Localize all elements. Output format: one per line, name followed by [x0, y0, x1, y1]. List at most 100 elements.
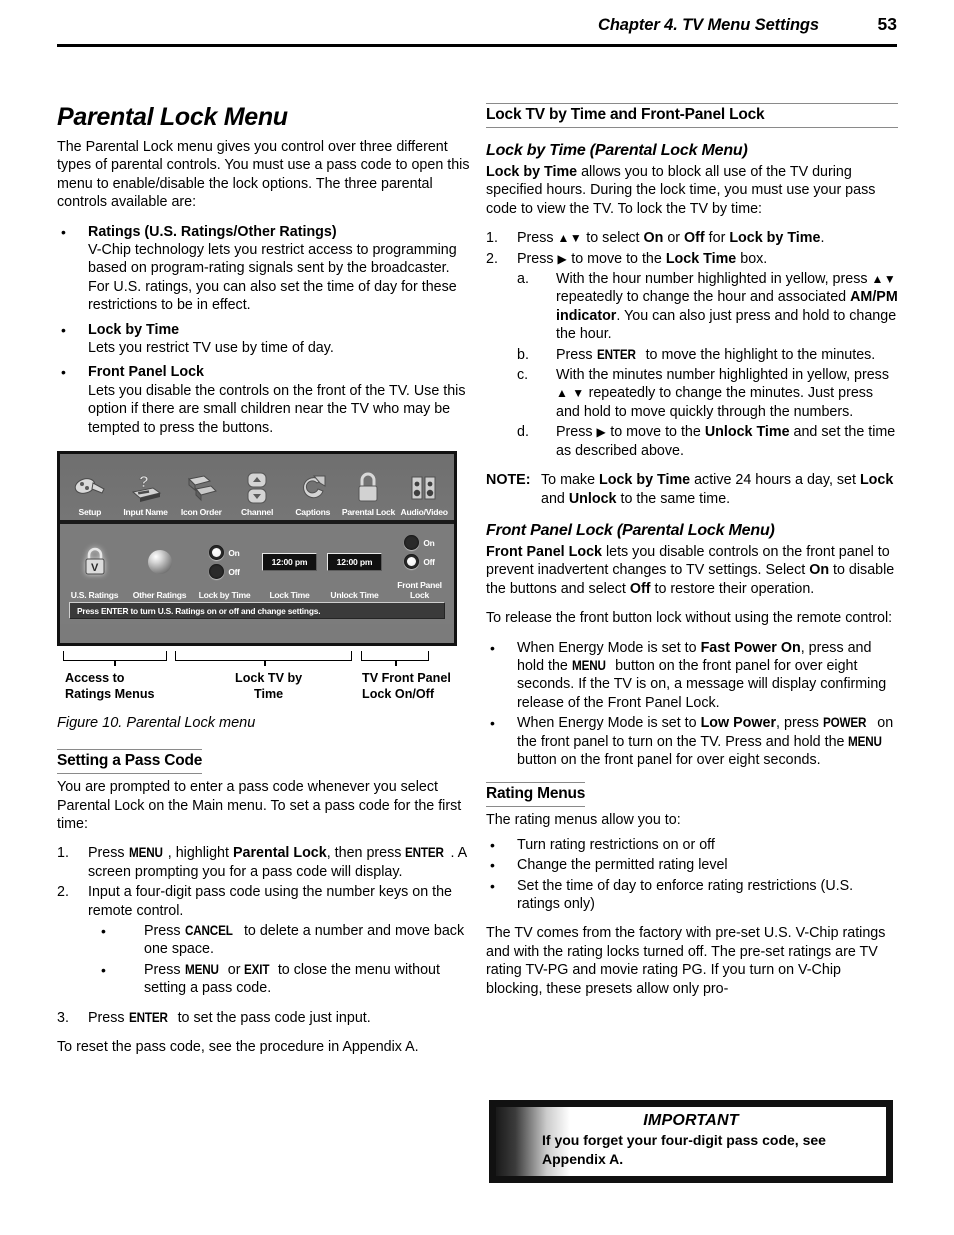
value-on: On [809, 562, 830, 579]
substep-text: repeatedly to change the minutes. Just p… [556, 385, 874, 420]
tv-menu-item-channel[interactable]: Channel [229, 469, 285, 520]
tv-menu-label: Icon Order [180, 507, 222, 518]
step-text: Press [517, 230, 558, 247]
key-power: POWER [822, 715, 867, 731]
list-item: When Energy Mode is set to Low Power, pr… [486, 714, 898, 769]
list-item: c. With the minutes number highlighted i… [517, 366, 898, 421]
tv-menu-label: Channel [240, 507, 274, 518]
note-bold: Lock [859, 472, 894, 489]
tv-control-lock-time[interactable]: 12:00 pm Lock Time [257, 534, 322, 602]
tv-control-unlock-time[interactable]: 12:00 pm Unlock Time [322, 534, 387, 602]
arrow-up-down-icon: ▲▼ [557, 231, 583, 246]
radio-button-on[interactable] [209, 545, 225, 561]
note-bold: Lock by Time [599, 472, 691, 489]
lock-by-time-radio-group[interactable]: On Off [192, 534, 257, 590]
pass-code-steps: 1. Press MENU, highlight Parental Lock, … [57, 844, 471, 920]
tv-control-label: U.S. Ratings [70, 590, 119, 601]
chapter-title: Chapter 4. TV Menu Settings [598, 16, 819, 34]
radio-option-off[interactable]: Off [404, 554, 435, 570]
list-item: Ratings (U.S. Ratings/Other Ratings) V-C… [57, 223, 471, 315]
tv-menu-label: Audio/Video [400, 507, 448, 518]
list-item: Set the time of day to enforce rating re… [486, 877, 898, 914]
value-off: Off [684, 230, 705, 247]
radio-option-on[interactable]: On [404, 535, 435, 551]
key-enter: ENTER [596, 346, 636, 362]
svg-text:?: ? [139, 474, 149, 491]
tv-menu-item-captions[interactable]: Captions [285, 469, 341, 520]
step-text: or [663, 230, 685, 247]
step-bold: Lock by Time [729, 230, 821, 247]
tv-menu-icon-bar: Setup ? Input Name Icon Order Channel Ca… [60, 454, 454, 525]
lock-by-time-steps: 1. Press ▲▼ to select On or Off for Lock… [486, 229, 898, 460]
important-callout-box: IMPORTANT If you forget your four-digit … [489, 1100, 893, 1183]
arrow-up-down-icon: ▲ ▼ [556, 386, 585, 401]
tv-menu-label: Input Name [123, 507, 168, 518]
tv-menu-screenshot: Setup ? Input Name Icon Order Channel Ca… [57, 451, 457, 647]
intro-end: to restore their operation. [650, 580, 815, 597]
bullet-bold: Low Power [700, 715, 777, 732]
step-number: 2. [57, 884, 69, 901]
captions-icon [285, 469, 341, 507]
substep-mark: a. [517, 271, 529, 288]
list-item: Lock by Time Lets you restrict TV use by… [57, 321, 471, 358]
substep-text: to move the highlight to the minutes. [641, 346, 876, 363]
icon-order-icon [173, 469, 229, 507]
step-number: 3. [57, 1009, 69, 1026]
callout-bracket-ratings [63, 651, 167, 667]
tv-menu-item-parental-lock[interactable]: Parental Lock [341, 469, 397, 520]
radio-option-off[interactable]: Off [209, 564, 240, 580]
step-number: 2. [486, 250, 498, 267]
tv-menu-item-setup[interactable]: Setup [62, 469, 118, 520]
radio-button-off[interactable] [404, 554, 420, 570]
note-lock-by-time: NOTE: To make Lock by Time active 24 hou… [486, 471, 898, 508]
value-off: Off [629, 580, 651, 597]
key-enter: ENTER [128, 1009, 168, 1025]
section-heading-setting-pass-code: Setting a Pass Code [57, 749, 202, 775]
rating-menus-intro: The rating menus allow you to: [486, 812, 681, 829]
list-item: 1. Press ▲▼ to select On or Off for Lock… [486, 229, 898, 247]
radio-option-on[interactable]: On [209, 545, 240, 561]
front-panel-lock-intro: Front Panel Lock lets you disable contro… [486, 543, 898, 598]
radio-button-off[interactable] [209, 564, 225, 580]
front-panel-lock-radio-group[interactable]: On Off [387, 524, 452, 580]
lock-v-icon: V [62, 534, 127, 590]
step-text: . [820, 230, 825, 247]
tv-control-lock-by-time[interactable]: On Off Lock by Time [192, 534, 257, 602]
subheading-front-panel-lock: Front Panel Lock (Parental Lock Menu) [486, 521, 775, 539]
substep-text: repeatedly to change the hour and associ… [556, 289, 851, 306]
tv-control-label: Front Panel Lock [397, 580, 442, 601]
release-bullets: When Energy Mode is set to Fast Power On… [486, 639, 898, 770]
tv-menu-label: Parental Lock [341, 507, 395, 518]
step-text: Press [517, 250, 558, 267]
list-item: 2. Input a four-digit pass code using th… [57, 883, 471, 920]
tv-menu-item-audio-video[interactable]: Audio/Video [396, 469, 452, 520]
list-item: When Energy Mode is set to Fast Power On… [486, 639, 898, 713]
tv-control-label: Lock by Time [198, 590, 251, 601]
tv-control-label: Other Ratings [132, 590, 187, 601]
tv-control-front-panel-lock[interactable]: On Off Front Panel Lock [387, 524, 452, 602]
figure-parental-lock-menu: Setup ? Input Name Icon Order Channel Ca… [57, 451, 471, 731]
bullet-body: Lets you restrict TV use by time of day. [88, 340, 334, 357]
bullet-body: V-Chip technology lets you restrict acce… [88, 242, 457, 314]
section-heading-rating-menus: Rating Menus [486, 782, 585, 808]
callout-label-ratings: Access to Ratings Menus [65, 671, 155, 701]
list-item: 3. Press ENTER to set the pass code just… [57, 1009, 471, 1027]
lock-time-value[interactable]: 12:00 pm [261, 553, 318, 572]
bullet-lead: Lock by Time [88, 321, 180, 338]
left-column: Parental Lock Menu The Parental Lock men… [57, 103, 471, 1067]
tv-menu-item-input-name[interactable]: ? Input Name [118, 469, 174, 520]
note-bold: Unlock [568, 490, 617, 507]
step-text: Press [88, 1009, 129, 1026]
tv-control-us-ratings[interactable]: V U.S. Ratings [62, 534, 127, 602]
radio-button-on[interactable] [404, 535, 420, 551]
substep-text: With the hour number highlighted in yell… [556, 271, 872, 288]
key-menu: MENU [571, 657, 606, 673]
unlock-time-value[interactable]: 12:00 pm [326, 553, 383, 572]
intro-bold: Lock by Time [486, 164, 578, 180]
release-intro: To release the front button lock without… [486, 610, 893, 627]
figure-callouts: Access to Ratings Menus Lock TV by Time … [57, 651, 457, 709]
list-item: d. Press ▶ to move to the Unlock Time an… [517, 423, 898, 460]
list-item: Press MENU or EXIT to close the menu wit… [101, 961, 471, 998]
tv-control-other-ratings[interactable]: Other Ratings [127, 534, 192, 602]
tv-menu-item-icon-order[interactable]: Icon Order [173, 469, 229, 520]
